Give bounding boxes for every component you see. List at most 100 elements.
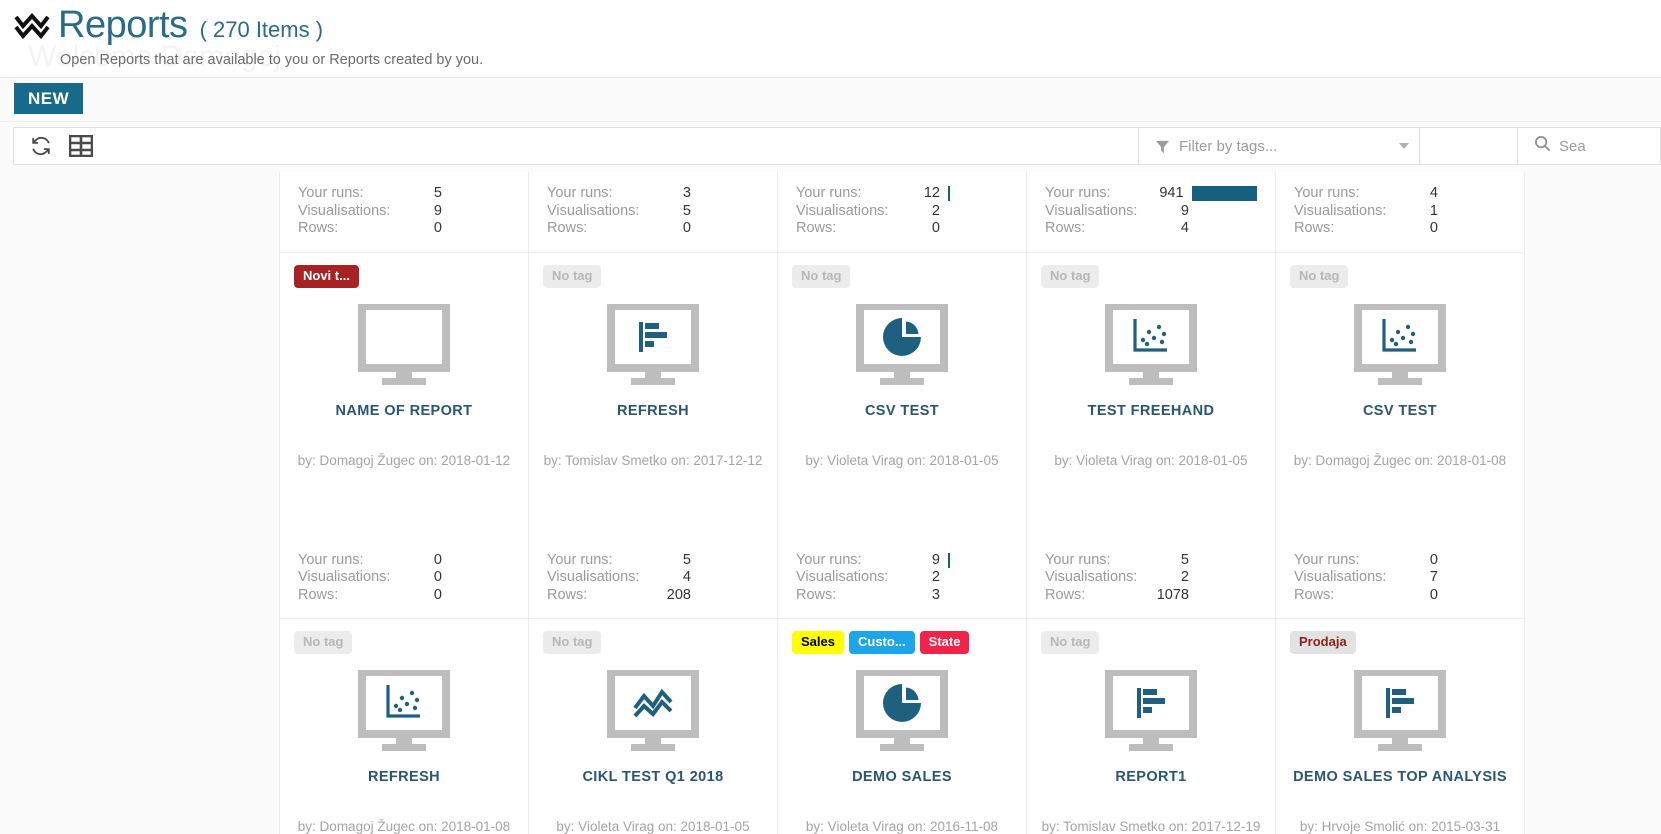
- report-title: REFRESH: [616, 402, 690, 419]
- filter-placeholder-text: Filter by tags...: [1179, 137, 1278, 155]
- stat-row-rows: Rows: 0: [298, 587, 510, 605]
- search-box[interactable]: Sea: [1518, 127, 1661, 165]
- stat-label-visualisations: Visualisations:: [547, 202, 640, 219]
- refresh-icon[interactable]: [28, 133, 54, 159]
- tag-chip[interactable]: Prodaja: [1290, 631, 1356, 654]
- wave-logo-icon: [14, 10, 50, 44]
- report-card[interactable]: Sales Custo... State DEMO SALES by: Violeta …: [777, 618, 1027, 834]
- stat-row-visualisations: Visualisations: 9: [1045, 203, 1257, 221]
- card-stats: Your runs: 5 Visualisations: 9 Rows: 0: [280, 172, 528, 252]
- tag-chip[interactable]: No tag: [543, 631, 602, 654]
- card-tags: No tag: [1041, 264, 1100, 288]
- stat-row-visualisations: Visualisations: 1: [1294, 203, 1506, 221]
- stat-value-visualisations: 0: [433, 569, 442, 585]
- stat-label-visualisations: Visualisations:: [796, 202, 889, 219]
- new-button-bar: NEW: [0, 78, 1661, 122]
- stat-label-runs: Your runs:: [1045, 185, 1111, 201]
- stat-row-visualisations: Visualisations: 4: [547, 569, 759, 587]
- stat-value-visualisations: 9: [433, 202, 442, 219]
- chevron-down-icon[interactable]: [1399, 143, 1409, 149]
- stat-row-runs: Your runs: 9: [796, 552, 1008, 570]
- report-card[interactable]: No tag REFRESH by: Domagoj Žugec on: 2018-…: [279, 618, 529, 834]
- report-card-body[interactable]: No tag REFRESH by: Domagoj Žugec on: 2018-…: [280, 619, 528, 834]
- report-card-partial[interactable]: Your runs: 3 Visualisations: 5 Rows: 0: [528, 172, 778, 253]
- report-card-body[interactable]: No tag CIKL TEST Q1 2018 by: Violeta Virag…: [529, 619, 777, 834]
- stat-value-rows: 0: [682, 220, 691, 236]
- toolbar-left-group: [13, 127, 1139, 165]
- tag-chip[interactable]: No tag: [1041, 631, 1100, 654]
- report-title: NAME OF REPORT: [335, 402, 473, 419]
- report-card-body[interactable]: Prodaja DEMO SALES TOP ANALYSIS by: Hrvoje…: [1276, 619, 1524, 834]
- tag-chip[interactable]: No tag: [792, 264, 851, 288]
- stat-value-runs: 5: [1180, 551, 1189, 568]
- report-card-partial[interactable]: Your runs: 941 Visualisations: 9 Rows: 4: [1026, 172, 1276, 253]
- report-title: CIKL TEST Q1 2018: [582, 769, 724, 785]
- report-card[interactable]: No tag CSV TEST by: Domagoj Žugec on: 2018…: [1275, 251, 1525, 619]
- tag-chip[interactable]: Custo...: [848, 631, 915, 654]
- report-card-body[interactable]: Novi t... NAME OF REPORT by: Domagoj Žugec…: [280, 253, 528, 538]
- stat-row-runs: Your runs: 941: [1045, 185, 1257, 203]
- stat-row-visualisations: Visualisations: 2: [1045, 569, 1257, 587]
- report-card[interactable]: No tag TEST FREEHAND by: Violeta Virag on:…: [1026, 251, 1276, 619]
- stat-row-visualisations: Visualisations: 5: [547, 203, 759, 221]
- report-card-partial[interactable]: Your runs: 5 Visualisations: 9 Rows: 0: [279, 172, 529, 253]
- stat-value-runs: 5: [682, 551, 691, 568]
- pie-chart-icon: [854, 668, 950, 759]
- tag-chip[interactable]: No tag: [1290, 264, 1349, 288]
- stat-bar-runs: [948, 552, 950, 568]
- report-card[interactable]: No tag REFRESH by: Tomislav Smetko on: 201…: [528, 251, 778, 619]
- report-card[interactable]: Prodaja DEMO SALES TOP ANALYSIS by: Hrvoje…: [1275, 618, 1525, 834]
- report-card-body[interactable]: No tag CSV TEST by: Domagoj Žugec on: 2018…: [1276, 253, 1524, 538]
- stat-row-rows: Rows: 4: [1045, 220, 1257, 238]
- scatter-plot-icon: [1352, 301, 1448, 393]
- report-card-partial[interactable]: Your runs: 4 Visualisations: 1 Rows: 0: [1275, 172, 1525, 253]
- report-card-partial[interactable]: Your runs: 12 Visualisations: 2 Rows: 0: [777, 172, 1027, 253]
- tag-chip[interactable]: Sales: [792, 631, 844, 654]
- tag-chip[interactable]: No tag: [1041, 264, 1100, 288]
- card-tags: Prodaja: [1290, 631, 1356, 654]
- tag-chip[interactable]: No tag: [543, 264, 602, 288]
- report-card-body[interactable]: No tag CSV TEST by: Violeta Virag on: 2018…: [778, 253, 1026, 538]
- stat-label-rows: Rows:: [796, 220, 837, 236]
- stat-label-visualisations: Visualisations:: [1294, 569, 1387, 585]
- stat-label-rows: Rows:: [1294, 220, 1335, 236]
- reports-grid-container: Your runs: 5 Visualisations: 9 Rows: 0 Your ru…: [0, 172, 1661, 834]
- report-card[interactable]: No tag REPORT1 by: Tomislav Smetko on: 201…: [1026, 618, 1276, 834]
- stat-label-visualisations: Visualisations:: [796, 569, 889, 585]
- card-tags: No tag: [543, 264, 602, 288]
- stat-value-rows: 0: [433, 220, 442, 236]
- card-tags: No tag: [543, 631, 602, 654]
- report-card-body[interactable]: Sales Custo... State DEMO SALES by: Violeta …: [778, 619, 1026, 834]
- tag-chip[interactable]: Novi t...: [294, 264, 359, 288]
- bar-chart-icon: [1103, 668, 1199, 759]
- stat-value-rows: 4: [1180, 220, 1189, 236]
- stat-label-visualisations: Visualisations:: [547, 569, 640, 585]
- report-card-body[interactable]: No tag REFRESH by: Tomislav Smetko on: 201…: [529, 253, 777, 538]
- report-card[interactable]: Novi t... NAME OF REPORT by: Domagoj Žugec…: [279, 251, 529, 619]
- stat-value-runs: 3: [682, 185, 691, 201]
- stat-row-visualisations: Visualisations: 2: [796, 569, 1008, 587]
- filter-by-tags-dropdown[interactable]: Filter by tags...: [1139, 127, 1420, 165]
- stat-value-visualisations: 7: [1429, 569, 1438, 585]
- stat-label-rows: Rows:: [796, 586, 837, 603]
- page-subtitle: Open Reports that are available to you o…: [60, 52, 484, 68]
- stat-value-rows: 1078: [1156, 586, 1189, 603]
- tag-chip[interactable]: No tag: [294, 631, 353, 654]
- report-card-body[interactable]: No tag REPORT1 by: Tomislav Smetko on: 201…: [1027, 619, 1275, 834]
- stat-row-rows: Rows: 0: [298, 220, 510, 238]
- stat-label-rows: Rows:: [1045, 220, 1086, 236]
- report-card[interactable]: No tag CSV TEST by: Violeta Virag on: 2018…: [777, 251, 1027, 619]
- report-card-body[interactable]: No tag TEST FREEHAND by: Violeta Virag on:…: [1027, 253, 1275, 538]
- report-card[interactable]: No tag CIKL TEST Q1 2018 by: Violeta Virag…: [528, 618, 778, 834]
- line-chart-icon: [605, 668, 701, 759]
- stat-label-runs: Your runs:: [298, 185, 364, 201]
- stat-value-rows: 0: [931, 220, 940, 236]
- tag-chip[interactable]: State: [919, 631, 970, 654]
- stat-label-rows: Rows:: [1294, 586, 1335, 603]
- new-report-button[interactable]: NEW: [14, 83, 84, 114]
- stat-value-visualisations: 1: [1429, 202, 1438, 219]
- stat-row-runs: Your runs: 5: [1045, 552, 1257, 570]
- report-title: CSV TEST: [864, 402, 940, 419]
- grid-view-icon[interactable]: [68, 133, 94, 159]
- stat-bar-runs: [948, 186, 950, 202]
